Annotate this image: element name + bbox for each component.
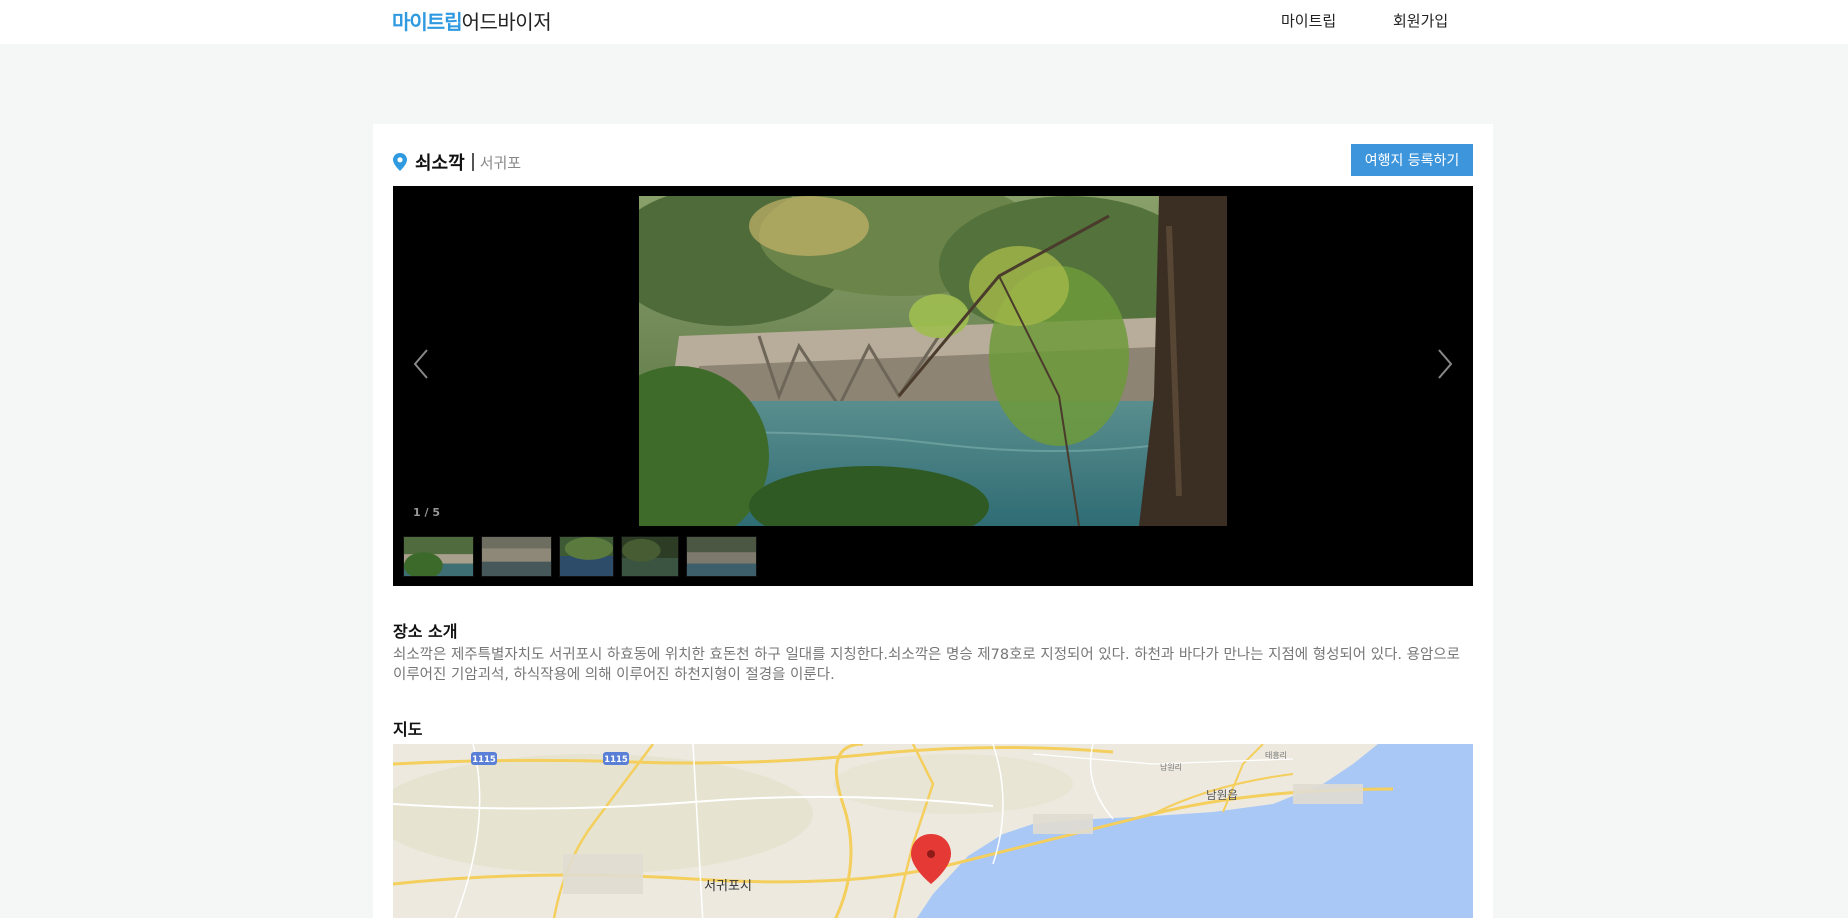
logo-brand-text: 마이트립: [392, 10, 463, 34]
register-destination-button[interactable]: 여행지 등록하기: [1351, 144, 1473, 176]
nav-link-signup[interactable]: 회원가입: [1393, 10, 1448, 31]
thumbnail-2[interactable]: [481, 536, 552, 577]
map-label-city: 서귀포시: [704, 879, 752, 894]
place-title-row: 쇠소깍 서귀포: [393, 150, 521, 174]
top-navigation-bar: 마이트립어드바이저 마이트립 회원가입: [0, 0, 1848, 44]
title-divider: [471, 153, 474, 171]
svg-text:1115: 1115: [472, 755, 496, 765]
map-label-village-1: 남원리: [1160, 763, 1182, 772]
svg-text:1115: 1115: [604, 755, 628, 765]
map-label-village-2: 태흥리: [1265, 750, 1287, 760]
location-map[interactable]: 1115 1115 서귀포시 남원읍 남원리 태흥리: [393, 744, 1473, 918]
thumbnail-3[interactable]: [559, 536, 614, 577]
thumbnail-5[interactable]: [686, 536, 757, 577]
place-name: 쇠소깍: [415, 153, 465, 174]
thumbnail-strip: [403, 536, 757, 578]
thumbnail-4[interactable]: [621, 536, 679, 577]
intro-section-title: 장소 소개: [393, 622, 458, 641]
site-logo[interactable]: 마이트립어드바이저: [392, 6, 552, 35]
logo-rest-text: 어드바이저: [461, 10, 552, 34]
place-region: 서귀포: [479, 153, 522, 172]
gallery-counter: 1 / 5: [413, 506, 440, 519]
intro-text: 쇠소깍은 제주특별자치도 서귀포시 하효동에 위치한 효돈천 하구 일대를 지칭…: [393, 647, 1460, 683]
main-photo: [639, 196, 1227, 526]
road-badge-1115-left: 1115: [471, 752, 497, 765]
thumbnail-1[interactable]: [403, 536, 474, 577]
map-section-title: 지도: [393, 720, 423, 739]
photo-gallery: 1 / 5: [393, 186, 1473, 586]
gallery-prev-arrow-icon[interactable]: [407, 344, 437, 384]
map-label-town: 남원읍: [1206, 788, 1238, 802]
nav-link-mytrip[interactable]: 마이트립: [1281, 10, 1336, 31]
location-pin-icon: [393, 153, 407, 171]
place-detail-card: 쇠소깍 서귀포 여행지 등록하기 1 / 5 장소 소개 쇠소깍은 제주특별자치…: [373, 124, 1493, 918]
gallery-next-arrow-icon[interactable]: [1429, 344, 1459, 384]
road-badge-1115-right: 1115: [603, 752, 629, 765]
